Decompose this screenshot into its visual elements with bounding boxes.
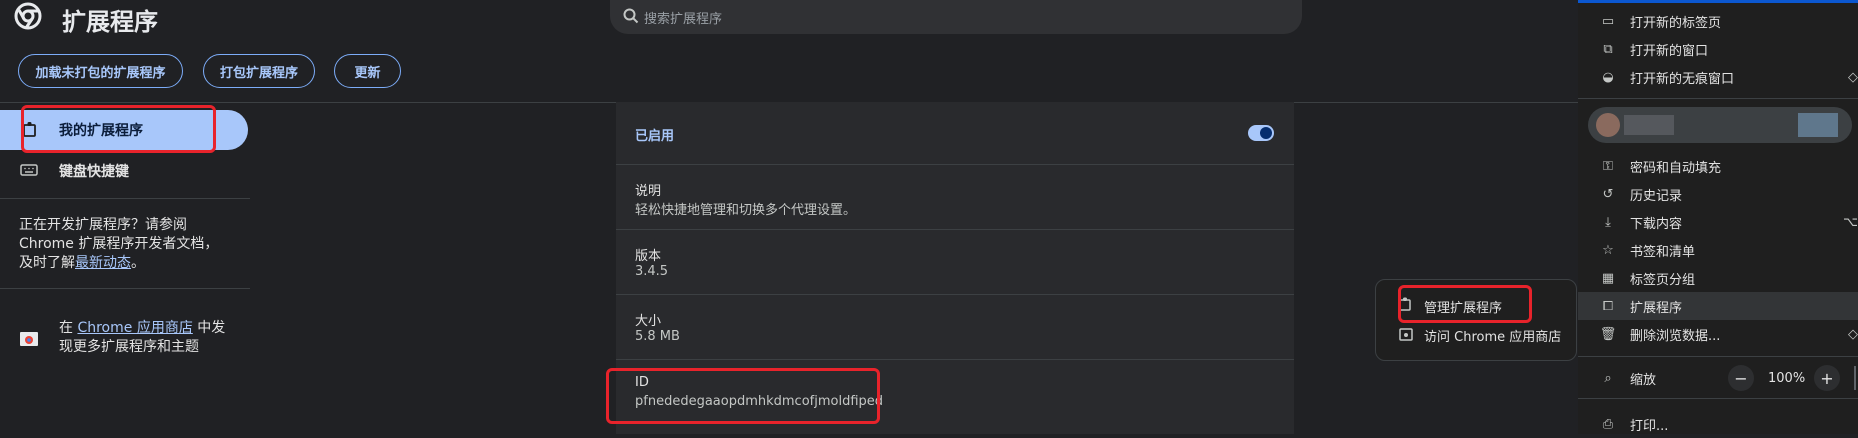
keyboard-icon [20,162,38,176]
zoom-icon: ⌕ [1604,370,1612,386]
chrome-logo-icon [14,2,42,30]
description-label: 说明 [635,184,662,199]
chrome-web-store-link[interactable]: Chrome 应用商店 [77,320,192,336]
web-store-icon [19,329,39,347]
menu-label: 扩展程序 [1630,300,1683,316]
web-store-info: 在 Chrome 应用商店 中发 现更多扩展程序和主题 [59,319,249,357]
dev-text-line: 正在开发扩展程序？请参阅 [19,217,187,233]
zoom-in-button[interactable]: + [1814,365,1840,391]
toggle-knob [1260,127,1272,139]
menu-label: 密码和自动填充 [1630,160,1722,176]
highlight-box [21,105,216,153]
enabled-toggle[interactable] [1248,125,1274,141]
history-icon: ↺ [1602,186,1614,202]
divider [616,229,1294,230]
highlight-box [1398,285,1532,323]
enabled-label: 已启用 [635,129,675,144]
menu-label: 标签页分组 [1630,272,1696,288]
incognito-icon: ◒ [1602,69,1614,85]
key-icon: ⚿ [1603,158,1613,174]
new-tab-icon: ▭ [1601,13,1615,29]
menu-label: 打开新的无痕窗口 [1630,71,1735,87]
load-unpacked-button[interactable]: 加载未打包的扩展程序 [18,54,183,88]
menu-label: 打开新的标签页 [1630,15,1722,31]
menu-bookmarks[interactable]: ☆ 书签和清单 [1578,236,1858,264]
printer-icon: ⎙ [1602,416,1614,432]
menu-label: 删除浏览数据... [1630,328,1721,344]
search-box[interactable]: 搜索扩展程序 [610,0,1302,34]
menu-incognito[interactable]: ◒ 打开新的无痕窗口 ◇ [1578,63,1858,91]
star-icon: ☆ [1602,242,1614,258]
dev-text-end: 。 [131,255,145,271]
store-text: 中发 [192,320,226,336]
update-button[interactable]: 更新 [334,54,401,88]
blurred-profile-badge [1798,113,1838,137]
size-value: 5.8 MB [635,329,680,344]
shortcut-hint: ⌥ [1843,214,1858,230]
divider [1578,98,1858,99]
menu-history[interactable]: ↺ 历史记录 [1578,180,1858,208]
zoom-out-button[interactable]: − [1728,365,1754,391]
dev-text-line: 及时了解 [19,255,75,271]
page-title: 扩展程序 [62,8,158,36]
menu-new-tab[interactable]: ▭ 打开新的标签页 [1578,7,1858,35]
visit-web-store-item[interactable]: 访问 Chrome 应用商店 [1424,326,1561,345]
developer-info: 正在开发扩展程序？请参阅 Chrome 扩展程序开发者文档， 及时了解最新动态。 [19,216,249,273]
version-value: 3.4.5 [635,264,669,279]
version-label: 版本 [635,249,662,264]
divider [616,359,1294,360]
menu-passwords[interactable]: ⚿ 密码和自动填充 [1578,152,1858,180]
search-icon [622,7,640,25]
menu-label: 历史记录 [1630,188,1683,204]
menu-label: 打开新的窗口 [1630,43,1709,59]
grid-icon: ▦ [1601,270,1615,286]
size-label: 大小 [635,314,662,329]
new-window-icon: ⧉ [1603,41,1613,57]
divider [616,294,1294,295]
menu-label: 打印... [1630,418,1669,434]
menu-extensions[interactable]: ⧠ 扩展程序 [1578,292,1858,320]
sidebar-item-shortcuts[interactable]: 键盘快捷键 [59,161,129,181]
shortcut-hint: ◇ [1848,326,1858,342]
divider [616,164,1294,165]
chrome-main-menu: ▭ 打开新的标签页 ⧉ 打开新的窗口 ◒ 打开新的无痕窗口 ◇ ⚿ 密码和自动填充 ↺ 历史… [1578,0,1858,434]
shortcut-hint: ◇ [1848,69,1858,85]
store-text-line: 现更多扩展程序和主题 [59,339,199,355]
menu-new-window[interactable]: ⧉ 打开新的窗口 [1578,35,1858,63]
download-icon: ⤓ [1605,214,1611,230]
avatar [1596,113,1620,137]
dev-text-line: Chrome 扩展程序开发者文档， [19,236,219,252]
blurred-profile-name [1624,115,1674,135]
divider [0,198,250,199]
divider [1578,356,1858,357]
menu-label: 书签和清单 [1630,244,1696,260]
web-store-icon [1398,326,1414,342]
menu-downloads[interactable]: ⤓ 下载内容 ⌥ [1578,208,1858,236]
store-text: 在 [59,320,78,336]
trash-icon: 🗑 [1599,326,1617,342]
divider [1578,398,1858,399]
menu-label: 下载内容 [1630,216,1683,232]
search-input[interactable]: 搜索扩展程序 [644,8,722,27]
divider [0,288,250,289]
pack-extension-button[interactable]: 打包扩展程序 [203,54,315,88]
description-value: 轻松快捷地管理和切换多个代理设置。 [635,203,857,218]
menu-clear-data[interactable]: 🗑 删除浏览数据... ◇ [1578,320,1858,348]
fullscreen-separator [1854,366,1856,390]
latest-news-link[interactable]: 最新动态 [75,255,131,271]
zoom-value: 100% [1768,371,1806,386]
menu-label: 缩放 [1630,372,1657,388]
menu-tab-groups[interactable]: ▦ 标签页分组 [1578,264,1858,292]
profile-chip[interactable] [1588,107,1852,143]
highlight-box [606,368,880,424]
puzzle-icon: ⧠ [1602,298,1614,314]
menu-top-accent [1578,0,1858,3]
